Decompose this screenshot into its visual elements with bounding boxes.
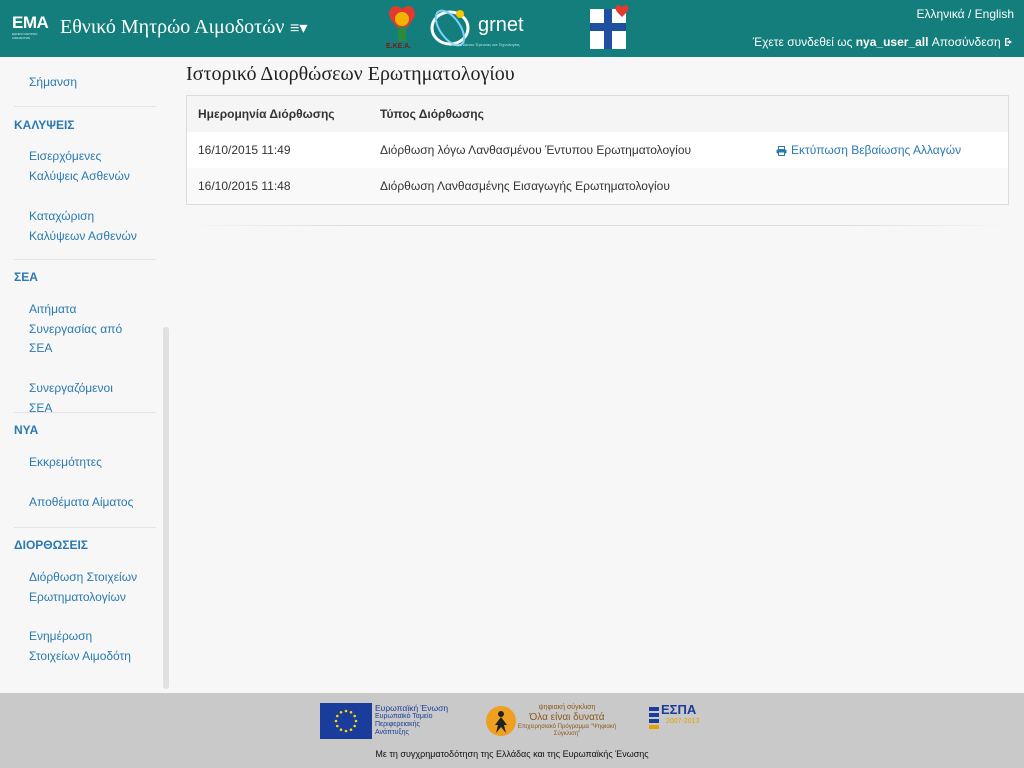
table-row: 16/10/2015 11:49 Διόρθωση λόγω Λανθασμέν… [187,132,1008,168]
eu-flag-icon [320,703,372,739]
partner-logos: Ε.ΚΕ.Α. grnet Εθνικό Δίκτυο Έρευνας και … [384,2,634,54]
sidebar-divider [14,527,156,528]
print-icon [776,146,787,156]
sidebar-section-corrections: ΔΙΟΡΘΩΣΕΙΣ [14,538,88,552]
lang-english-link[interactable]: English [975,7,1014,21]
sidebar-divider [14,106,156,107]
sidebar-section-kalypseis: ΚΑΛΥΨΕΙΣ [14,118,75,132]
eu-logo-text: Ευρωπαϊκή Ένωση Ευρωπαϊκό Ταμείο Περιφερ… [375,703,455,739]
sidebar: Σήμανση ΚΑΛΥΨΕΙΣ Εισερχόμενες Καλύψεις Α… [0,57,170,693]
logged-in-label: Έχετε συνδεθεί ως [752,35,853,49]
cell-date: 16/10/2015 11:48 [198,179,291,193]
sidebar-item-update-donor[interactable]: Ενημέρωση Στοιχείων Αιμοδότη [29,627,139,666]
espa-title: ΕΣΠΑ [661,702,697,717]
ema-logo-text: EMA [12,13,49,32]
sidebar-item-sea-requests[interactable]: Αιτήματα Συνεργασίας από ΣΕΑ [29,300,139,359]
sidebar-item-incoming-coverages[interactable]: Εισερχόμενες Καλύψεις Ασθενών [29,147,139,186]
grnet-logo-subtext: Εθνικό Δίκτυο Έρευνας και Τεχνολογίας [450,42,520,47]
column-header-date: Ημερομηνία Διόρθωσης [198,107,335,121]
digital-title: ψηφιακή σύγκλιση [538,704,596,711]
espa-years: 2007-2013 [666,718,700,725]
eu-fund: Ευρωπαϊκό Ταμείο Περιφερειακής Ανάπτυξης [375,713,433,736]
sidebar-item-pending[interactable]: Εκκρεμότητες [29,453,139,473]
logout-link[interactable]: Αποσύνδεση [932,35,1014,49]
lang-greek-link[interactable]: Ελληνικά [916,7,964,21]
print-certificate-link[interactable]: Εκτύπωση Βεβαίωσης Αλλαγών [776,143,961,157]
sign-out-icon [1005,38,1012,46]
cofunding-text: Με τη συγχρηματοδότηση της Ελλάδας και τ… [375,749,649,759]
digital-sub: Επιχειρησιακό Πρόγραμμα "Ψηφιακή Σύγκλισ… [517,724,617,737]
menu-toggle-icon[interactable]: ≡▾ [290,18,307,38]
print-certificate-label: Εκτύπωση Βεβαίωσης Αλλαγών [791,143,962,157]
language-switcher: Ελληνικά / English [916,7,1014,21]
cell-type: Διόρθωση Λανθασμένης Εισαγωγής Ερωτηματο… [380,179,670,193]
digital-convergence-logo: ψηφιακή σύγκλιση Όλα είναι δυνατά Επιχει… [484,701,616,741]
espa-logo: ΕΣΠΑ 2007-2013 [648,702,704,739]
corrections-table: Ημερομηνία Διόρθωσης Τύπος Διόρθωσης 16/… [186,95,1009,205]
sidebar-item-blood-stocks[interactable]: Αποθέματα Αίματος [29,493,139,513]
sidebar-scrollbar[interactable] [163,327,169,689]
eu-title: Ευρωπαϊκή Ένωση [375,703,449,713]
app-title[interactable]: Εθνικό Μητρώο Αιμοδοτών [60,16,284,39]
page-title: Ιστορικό Διορθώσεων Ερωτηματολογίου [186,63,515,85]
username: nya_user_all [855,35,929,49]
ekea-logo: Ε.ΚΕ.Α. [384,3,420,53]
ema-logo[interactable]: EMA ΕΘΝΙΚΟ ΜΗΤΡΩΟ ΑΙΜΟΔΟΤΩΝ [12,13,49,46]
sidebar-divider [14,259,156,260]
sidebar-item-simansi[interactable]: Σήμανση [29,73,139,93]
column-header-type: Τύπος Διόρθωσης [380,107,484,121]
cell-date: 16/10/2015 11:49 [198,143,291,157]
content-divider [186,225,1009,226]
grnet-logo-text: grnet [478,14,524,36]
sidebar-divider [14,412,156,413]
logout-label: Αποσύνδεση [931,35,1001,49]
table-row: 16/10/2015 11:48 Διόρθωση Λανθασμένης Ει… [187,168,1008,204]
cell-type: Διόρθωση λόγω Λανθασμένου Έντυπου Ερωτημ… [380,143,692,157]
table-header-row: Ημερομηνία Διόρθωσης Τύπος Διόρθωσης [187,96,1008,132]
footer: Ευρωπαϊκή Ένωση Ευρωπαϊκό Ταμείο Περιφερ… [0,693,1024,768]
eu-logo: Ευρωπαϊκή Ένωση Ευρωπαϊκό Ταμείο Περιφερ… [320,703,455,739]
sidebar-section-nya: ΝΥΑ [14,423,39,437]
top-navbar: EMA ΕΘΝΙΚΟ ΜΗΤΡΩΟ ΑΙΜΟΔΟΤΩΝ Εθνικό Μητρώ… [0,0,1024,57]
user-status: Έχετε συνδεθεί ως nya_user_all Αποσύνδεσ… [753,35,1014,49]
sidebar-item-register-coverages[interactable]: Καταχώριση Καλύψεων Ασθενών [29,207,139,246]
ministry-health-logo [588,3,634,53]
sidebar-section-sea: ΣΕΑ [14,270,38,284]
sidebar-item-questionnaire-corrections[interactable]: Διόρθωση Στοιχείων Ερωτηματολογίων [29,568,139,607]
digital-slogan: Όλα είναι δυνατά [529,712,605,723]
lang-separator: / [967,7,972,21]
digital-convergence-text: ψηφιακή σύγκλιση Όλα είναι δυνατά Επιχει… [517,703,617,738]
ema-logo-subtext: ΕΘΝΙΚΟ ΜΗΤΡΩΟ ΑΙΜΟΔΟΤΩΝ [12,32,38,40]
grnet-logo: grnet Εθνικό Δίκτυο Έρευνας και Τεχνολογ… [426,2,558,54]
ekea-logo-text: Ε.ΚΕ.Α. [386,43,412,50]
